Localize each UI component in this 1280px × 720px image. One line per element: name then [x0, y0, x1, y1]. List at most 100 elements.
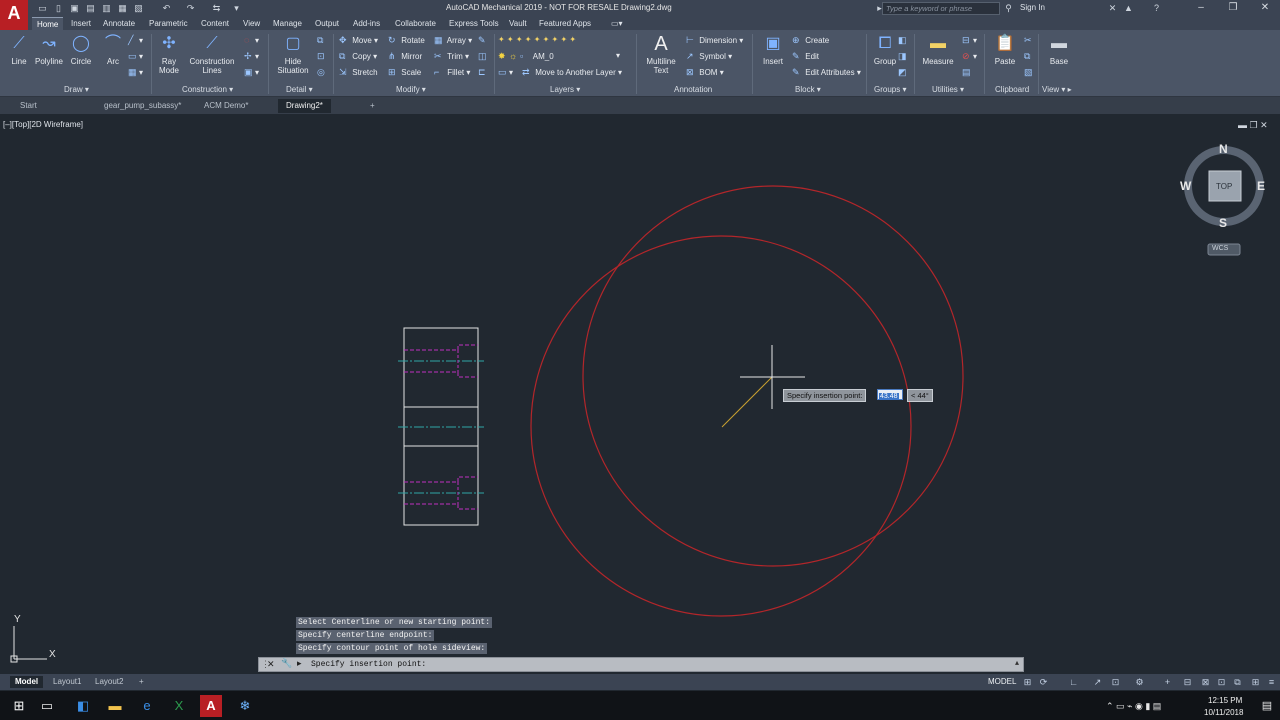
autocad-taskbar-icon[interactable]: A	[200, 695, 222, 717]
new-tab-button[interactable]: +	[362, 99, 383, 113]
snap-icon[interactable]: ⟳	[1038, 676, 1049, 688]
minimize-icon[interactable]: –	[1186, 0, 1216, 17]
save-icon[interactable]: ▣	[68, 2, 81, 14]
groups-panel-title[interactable]: Groups ▾	[874, 84, 906, 96]
open-icon[interactable]: ▯	[52, 2, 65, 14]
hardware-accel-icon[interactable]: ⧉	[1232, 676, 1243, 688]
dimension-button[interactable]: ⊢ Dimension ▾	[686, 34, 743, 46]
layers-panel-title[interactable]: Layers ▾	[550, 84, 580, 96]
line-button[interactable]: ⟋ Line	[2, 34, 36, 80]
layer-extra[interactable]: ▭ ▾	[498, 66, 513, 78]
cmdline-recent-icon[interactable]: ▸	[297, 658, 302, 669]
edit-attributes-button[interactable]: ✎ Edit Attributes ▾	[792, 66, 861, 78]
groups-extra-2[interactable]: ◨	[898, 50, 909, 62]
tab-content[interactable]: Content	[196, 17, 234, 30]
modify-panel-title[interactable]: Modify ▾	[396, 84, 426, 96]
layout-tab-model[interactable]: Model	[10, 676, 44, 688]
task-view-icon[interactable]: ▭	[36, 695, 58, 717]
ortho-icon[interactable]: ∟	[1068, 676, 1079, 688]
clipboard-extra-3[interactable]: ▧	[1024, 66, 1035, 78]
doc-tab-gear-pump[interactable]: gear_pump_subassy*	[96, 99, 189, 113]
wcs-label[interactable]: WCS	[1212, 245, 1228, 252]
viewcube-w[interactable]: W	[1180, 179, 1191, 193]
cloud-icon[interactable]: ▦	[116, 2, 129, 14]
detail-extra-3[interactable]: ◎	[317, 66, 328, 78]
tray-icons[interactable]: ⌃ ▭ ⌁ ◉ ▮ ▤	[1106, 695, 1202, 717]
rotate-button[interactable]: ↻ Rotate	[388, 34, 425, 46]
tab-add-ins[interactable]: Add-ins	[348, 17, 385, 30]
paste-button[interactable]: 📋 Paste	[988, 34, 1022, 80]
file-explorer-icon[interactable]: ▬	[104, 695, 126, 717]
construction-lines-button[interactable]: ⟋ Construction Lines	[186, 34, 238, 80]
redo-icon[interactable]: ↷	[184, 2, 197, 14]
cmdline-close-icon[interactable]: ✕	[267, 659, 275, 670]
block-panel-title[interactable]: Block ▾	[795, 84, 821, 96]
detail-extra-2[interactable]: ⊡	[317, 50, 328, 62]
utilities-extra-2[interactable]: ⊘ ▾	[962, 50, 977, 62]
viewcube-e[interactable]: E	[1257, 179, 1265, 193]
measure-button[interactable]: ▬ Measure	[920, 34, 956, 80]
tab-view[interactable]: View	[238, 17, 265, 30]
save-as-icon[interactable]: ▤	[84, 2, 97, 14]
ray-mode-button[interactable]: ✣ Ray Mode	[152, 34, 186, 80]
clock-date[interactable]: 10/11/2018	[1204, 708, 1243, 717]
scale-button[interactable]: ⊞ Scale	[388, 66, 421, 78]
hide-situation-button[interactable]: ▢ Hide Situation	[274, 34, 312, 80]
polyline-button[interactable]: ↝ Polyline	[32, 34, 66, 80]
tab-parametric[interactable]: Parametric	[144, 17, 193, 30]
plus-icon[interactable]: +	[1162, 676, 1173, 688]
model-space-toggle[interactable]: MODEL	[988, 677, 1016, 686]
tab-insert[interactable]: Insert	[66, 17, 96, 30]
multiline-text-button[interactable]: A Multiline Text	[642, 34, 680, 80]
excel-icon[interactable]: X	[168, 695, 190, 717]
close-icon[interactable]: ✕	[1250, 0, 1280, 17]
stretch-button[interactable]: ⇲ Stretch	[339, 66, 378, 78]
search-input[interactable]: Type a keyword or phrase	[882, 2, 1000, 15]
clock-time[interactable]: 12:15 PM	[1208, 696, 1242, 705]
osnap-icon[interactable]: ⊡	[1110, 676, 1121, 688]
print-icon[interactable]: ▧	[132, 2, 145, 14]
tab-manage[interactable]: Manage	[268, 17, 307, 30]
command-prompt[interactable]: Specify insertion point:	[311, 659, 426, 671]
annotation-panel-title[interactable]: Annotation	[674, 84, 712, 96]
copy-button[interactable]: ⧉ Copy ▾	[339, 50, 377, 62]
annotation-scale-icon[interactable]: ⊟	[1182, 676, 1193, 688]
layout-tab-layout1[interactable]: Layout1	[48, 676, 86, 688]
cmdline-customize-icon[interactable]: 🔧	[281, 658, 292, 669]
detail-panel-title[interactable]: Detail ▾	[286, 84, 313, 96]
viewcube-top-label[interactable]: TOP	[1216, 182, 1232, 191]
tab-collaborate[interactable]: Collaborate	[390, 17, 441, 30]
doc-tab-drawing2[interactable]: Drawing2*	[278, 99, 331, 113]
layer-dropdown[interactable]: ✸ ☼ ▫ AM_0 ▾	[498, 50, 620, 62]
tab-output[interactable]: Output	[310, 17, 344, 30]
view-panel-title[interactable]: View ▾ ▸	[1042, 84, 1072, 96]
tab-featured-apps[interactable]: Featured Apps	[534, 17, 596, 30]
grid-icon[interactable]: ⊞	[1022, 676, 1033, 688]
groups-extra-1[interactable]: ◧	[898, 34, 909, 46]
viewcube-s[interactable]: S	[1219, 216, 1227, 230]
maximize-icon[interactable]: ❐	[1218, 0, 1248, 17]
fullscreen-icon[interactable]: ⊞	[1250, 676, 1261, 688]
tab-annotate[interactable]: Annotate	[98, 17, 140, 30]
groups-extra-3[interactable]: ◩	[898, 66, 909, 78]
mirror-button[interactable]: ⋔ Mirror	[388, 50, 422, 62]
base-button[interactable]: ▬ Base	[1042, 34, 1076, 80]
outlook-icon[interactable]: ◧	[72, 695, 94, 717]
help-icon[interactable]: ?	[1150, 2, 1163, 14]
drawing-canvas[interactable]: [–][Top][2D Wireframe] ▬ ❐ ✕ N S W E TOP…	[0, 114, 1280, 674]
draw-extra-2[interactable]: ▭ ▾	[128, 50, 143, 62]
a360-icon[interactable]: ▲	[1122, 2, 1135, 14]
circle-button[interactable]: ◯ Circle	[64, 34, 98, 80]
share-icon[interactable]: ⇆	[210, 2, 223, 14]
draw-extra-1[interactable]: ╱ ▾	[128, 34, 143, 46]
utilities-extra-3[interactable]: ▤	[962, 66, 973, 78]
qa-menu-icon[interactable]: ▾	[230, 2, 243, 14]
tab-express-tools[interactable]: Express Tools	[444, 17, 504, 30]
settings-icon[interactable]: ⚙	[1134, 676, 1145, 688]
draw-panel-title[interactable]: Draw ▾	[64, 84, 89, 96]
cmdline-expand-icon[interactable]: ▴	[1015, 658, 1019, 667]
tab-home[interactable]: Home	[32, 17, 64, 30]
ribbon-toggle-icon[interactable]: ▭▾	[606, 17, 628, 30]
trim-button[interactable]: ✂ Trim ▾	[434, 50, 469, 62]
fillet-button[interactable]: ⌐ Fillet ▾	[434, 66, 470, 78]
